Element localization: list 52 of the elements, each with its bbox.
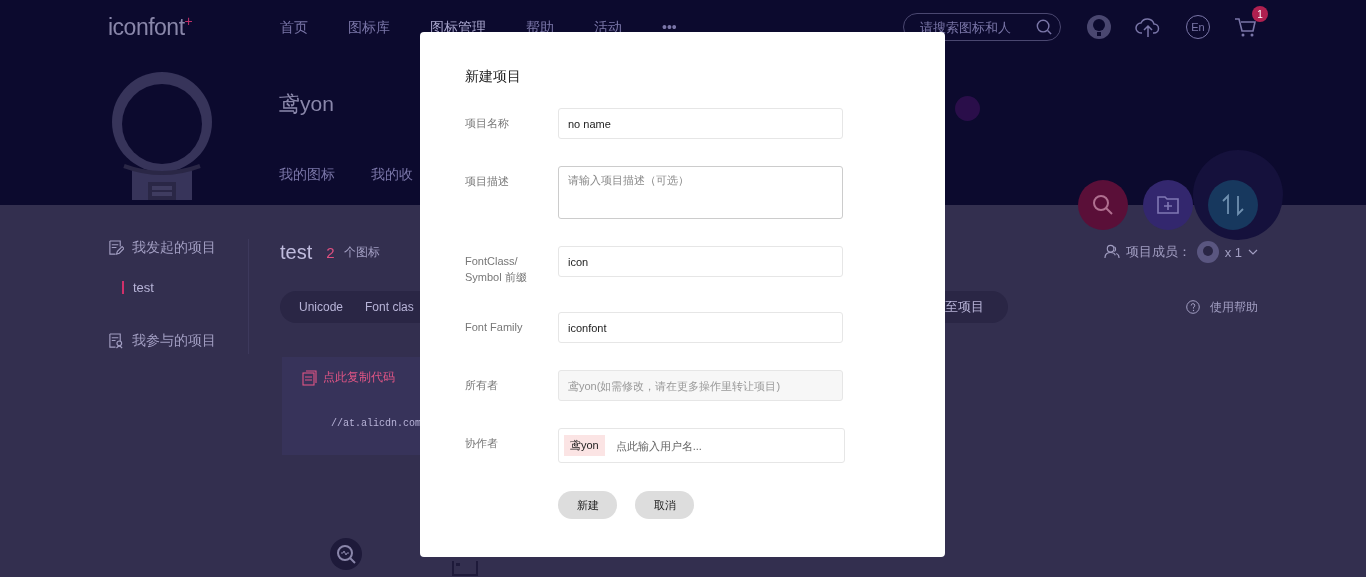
user-name: 鸢yon xyxy=(279,91,335,117)
field-label: Font Family xyxy=(465,320,524,335)
profile-tab[interactable]: 我的收 xyxy=(371,166,413,184)
input-field[interactable]: icon xyxy=(558,246,843,277)
search-icon[interactable] xyxy=(1078,180,1128,230)
input-field[interactable]: iconfont xyxy=(558,312,843,343)
search-icon[interactable] xyxy=(1036,18,1052,36)
upload-cloud-icon[interactable] xyxy=(1135,15,1162,39)
logo[interactable]: iconfont xyxy=(108,14,185,40)
code-tab[interactable]: Unicode xyxy=(299,300,344,314)
icon-count: 2 xyxy=(326,243,335,261)
nav-link[interactable]: ••• xyxy=(662,19,677,35)
help-icon[interactable] xyxy=(1186,300,1200,314)
text-area[interactable]: 请输入项目描述（可选） xyxy=(558,166,843,219)
field-label: 项目名称 xyxy=(465,116,510,131)
profile-tab[interactable]: 我的图标 xyxy=(279,166,335,184)
user-tag: 鸢yon xyxy=(564,435,605,456)
sort-arrows-icon[interactable] xyxy=(1208,180,1258,230)
members-icon xyxy=(1103,244,1120,260)
icon-count-label: 个图标 xyxy=(343,243,380,261)
code-text: //at.alicdn.com xyxy=(331,418,421,429)
code-tab[interactable]: Font clas xyxy=(365,300,414,314)
status-dot xyxy=(955,96,980,121)
sidebar-heading[interactable]: 我参与的项目 xyxy=(132,332,216,350)
folder-plus-icon[interactable] xyxy=(1143,180,1193,230)
field-label: 所有者 xyxy=(465,378,499,393)
project-title: test xyxy=(280,240,313,264)
person-document-icon xyxy=(108,333,124,349)
tag-input-field[interactable]: 鸢yon 点此输入用户名... xyxy=(558,428,845,463)
dialog-title: 新建项目 xyxy=(465,68,522,86)
copy-code-link[interactable]: 点此复制代码 xyxy=(323,369,395,386)
field-label: 项目描述 xyxy=(465,174,510,189)
chevron-down-icon[interactable] xyxy=(1248,249,1258,255)
avatar-icon xyxy=(1196,241,1219,263)
dialog-button[interactable]: 新建 xyxy=(558,491,617,519)
nav-link[interactable]: 首页 xyxy=(280,19,308,35)
nav-link[interactable]: 图标库 xyxy=(348,19,390,35)
field-label: FontClass/ Symbol 前缀 xyxy=(465,254,528,285)
zoom-icon[interactable] xyxy=(330,538,362,570)
edit-document-icon xyxy=(108,240,124,256)
logo-mark: + xyxy=(184,14,193,29)
members-label: 项目成员： xyxy=(1125,243,1191,261)
input-field[interactable]: no name xyxy=(558,108,843,139)
help-link[interactable]: 使用帮助 xyxy=(1210,298,1258,316)
sidebar-item[interactable]: test xyxy=(133,279,154,295)
dialog-button[interactable]: 取消 xyxy=(635,491,694,519)
members-count: x 1 xyxy=(1224,244,1242,260)
cart-icon[interactable] xyxy=(1234,16,1258,38)
field-label: 协作者 xyxy=(465,436,499,451)
sidebar-heading[interactable]: 我发起的项目 xyxy=(132,239,216,257)
add-to-project-button[interactable]: 至项目 xyxy=(945,291,1008,323)
cart-badge: 1 xyxy=(1252,6,1268,22)
